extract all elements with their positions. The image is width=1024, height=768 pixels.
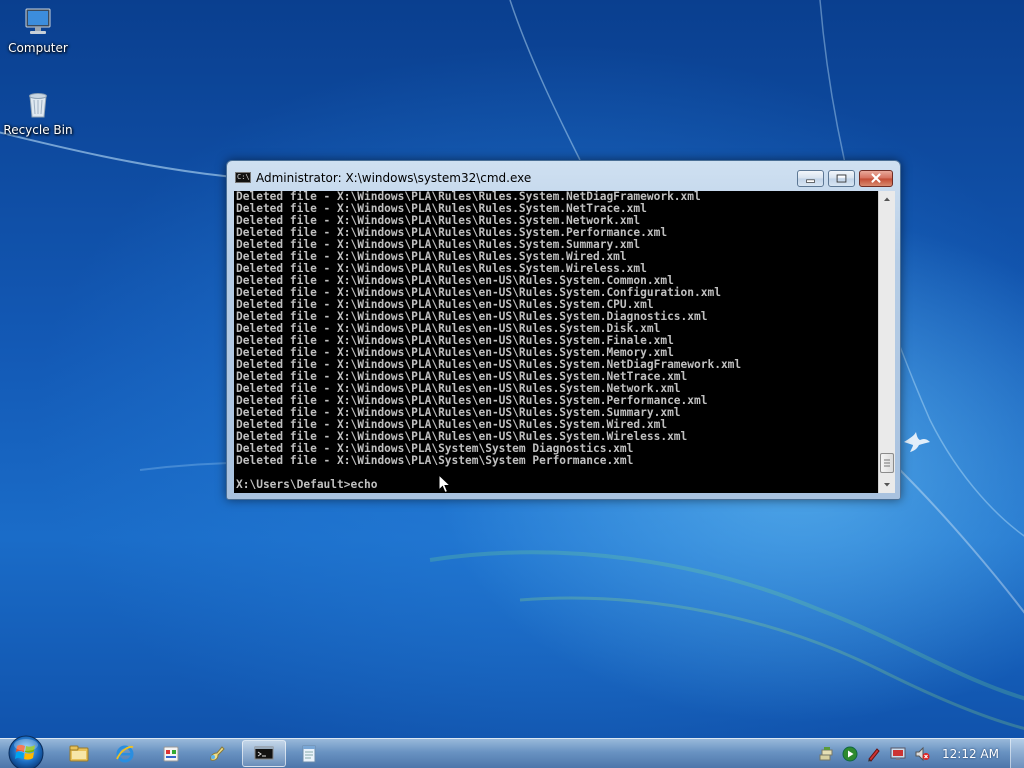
minimize-icon [806, 179, 815, 183]
show-desktop-button[interactable] [1010, 739, 1024, 768]
close-button[interactable] [859, 170, 893, 187]
internet-explorer-icon [116, 745, 134, 763]
taskbar-windows-explorer[interactable] [58, 740, 102, 767]
desktop-icon-label: Computer [8, 41, 68, 55]
taskbar: 12:12 AM [0, 735, 1024, 768]
recycle-bin-icon [22, 88, 54, 120]
command-prompt-icon: C:\ [235, 172, 251, 183]
network-icon[interactable] [818, 746, 834, 762]
scroll-thumb[interactable] [880, 453, 894, 473]
windows-explorer-icon [69, 745, 89, 762]
desktop-icon-recycle-bin[interactable]: Recycle Bin [0, 88, 76, 137]
console-line: Deleted file - X:\Windows\PLA\System\Sys… [236, 454, 634, 467]
command-prompt-icon [254, 746, 274, 760]
minimize-button[interactable] [797, 170, 824, 187]
mouse-cursor-icon [438, 474, 452, 494]
paint-brush-icon [210, 746, 225, 761]
notepad-icon [302, 745, 316, 763]
cmd-window[interactable]: C:\ Administrator: X:\windows\system32\c… [226, 160, 901, 500]
maximize-icon [836, 174, 847, 183]
bird-icon [904, 432, 930, 452]
scroll-down-arrow-icon[interactable] [879, 477, 895, 493]
console-output: Deleted file - X:\Windows\PLA\Rules\Rule… [236, 191, 876, 493]
desktop: Computer Recycle Bin C:\ Administrator: … [0, 0, 1024, 768]
media-play-icon[interactable] [842, 746, 858, 762]
close-icon [871, 173, 881, 183]
taskbar-command-prompt[interactable] [242, 740, 286, 767]
desktop-icon-computer[interactable]: Computer [0, 6, 76, 55]
volume-muted-icon[interactable] [914, 746, 930, 762]
remote-display-icon[interactable] [890, 746, 906, 762]
console-scrollbar[interactable] [878, 191, 895, 493]
taskbar-paint[interactable] [196, 740, 240, 767]
title-bar[interactable]: C:\ Administrator: X:\windows\system32\c… [227, 161, 900, 191]
taskbar-internet-explorer[interactable] [104, 740, 148, 767]
desktop-icon-label: Recycle Bin [3, 123, 73, 137]
application-icon [163, 746, 179, 762]
taskbar-application[interactable] [150, 740, 194, 767]
clock[interactable]: 12:12 AM [942, 747, 999, 761]
taskbar-notepad[interactable] [288, 740, 332, 767]
scroll-up-arrow-icon[interactable] [879, 191, 895, 207]
pen-icon[interactable] [866, 746, 882, 762]
start-button[interactable] [6, 733, 46, 768]
computer-icon [22, 6, 54, 38]
window-title: Administrator: X:\windows\system32\cmd.e… [256, 171, 532, 185]
console-area[interactable]: Deleted file - X:\Windows\PLA\Rules\Rule… [234, 191, 895, 493]
command-prompt-line[interactable]: X:\Users\Default>echo [236, 479, 876, 491]
maximize-button[interactable] [828, 170, 855, 187]
scroll-grip-icon [884, 459, 890, 467]
